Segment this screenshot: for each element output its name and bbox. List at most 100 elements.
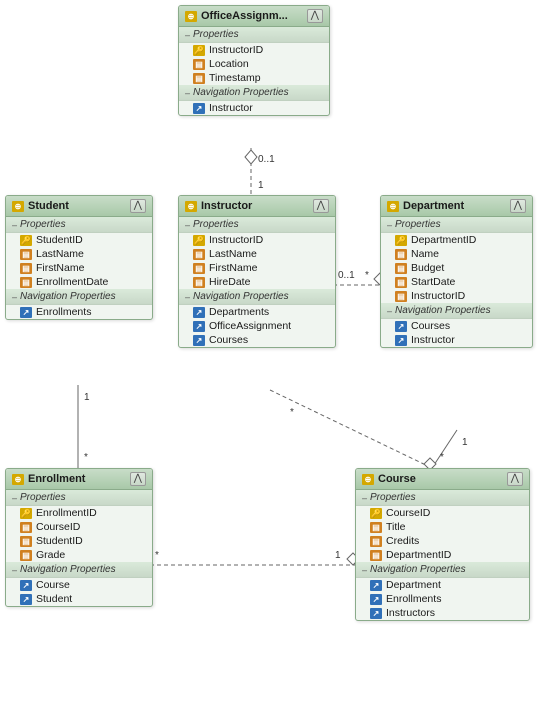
entity-student-props-header: – Properties <box>6 217 152 233</box>
key-icon: 🔑 <box>20 235 32 246</box>
entity-enrollment: ⊕ Enrollment ⋀ – Properties 🔑 Enrollment… <box>5 468 153 607</box>
entity-student-nav-header: – Navigation Properties <box>6 289 152 305</box>
prop-row: ▤ FirstName <box>6 261 152 275</box>
svg-text:0..1: 0..1 <box>338 270 355 281</box>
entity-department: ⊕ Department ⋀ – Properties 🔑 Department… <box>380 195 533 348</box>
field-icon: ▤ <box>193 263 205 274</box>
entity-officeassignment-collapse[interactable]: ⋀ <box>307 9 323 23</box>
key-icon: 🔑 <box>20 508 32 519</box>
prop-row: ▤ Grade <box>6 548 152 562</box>
key-icon: 🔑 <box>370 508 382 519</box>
nav-row: ↗ Departments <box>179 305 335 319</box>
svg-text:*: * <box>290 407 294 418</box>
entity-officeassignment-props-header: – Properties <box>179 27 329 43</box>
entity-course-nav-header: – Navigation Properties <box>356 562 529 578</box>
entity-enrollment-props-header: – Properties <box>6 490 152 506</box>
nav-icon: ↗ <box>20 594 32 605</box>
field-icon: ▤ <box>370 522 382 533</box>
entity-instructor-header: ⊕ Instructor ⋀ <box>179 196 335 217</box>
props-label: Properties <box>193 29 239 40</box>
nav-row: ↗ Courses <box>381 319 532 333</box>
field-icon: ▤ <box>395 249 407 260</box>
nav-icon: ↗ <box>370 608 382 619</box>
nav-icon: ↗ <box>193 103 205 114</box>
entity-enrollment-title: Enrollment <box>28 473 85 485</box>
field-icon: ▤ <box>20 277 32 288</box>
nav-label: Navigation Properties <box>193 87 289 98</box>
entity-department-header: ⊕ Department ⋀ <box>381 196 532 217</box>
field-icon: ▤ <box>193 277 205 288</box>
nav-icon: ↗ <box>20 307 32 318</box>
nav-icon: ↗ <box>20 580 32 591</box>
entity-enrollment-icon: ⊕ <box>12 474 24 485</box>
field-icon: ▤ <box>395 291 407 302</box>
key-icon: 🔑 <box>193 45 205 56</box>
nav-row: ↗ OfficeAssignment <box>179 319 335 333</box>
nav-row: ↗ Student <box>6 592 152 606</box>
entity-enrollment-collapse[interactable]: ⋀ <box>130 472 146 486</box>
entity-department-title: Department <box>403 200 464 212</box>
svg-text:*: * <box>365 270 369 281</box>
prop-row: ▤ StudentID <box>6 534 152 548</box>
prop-row: 🔑 DepartmentID <box>381 233 532 247</box>
field-icon: ▤ <box>20 536 32 547</box>
prop-row: 🔑 InstructorID <box>179 233 335 247</box>
field-icon: ▤ <box>20 249 32 260</box>
prop-row: 🔑 InstructorID <box>179 43 329 57</box>
nav-icon: ↗ <box>370 580 382 591</box>
entity-officeassignment-icon: ⊕ <box>185 11 197 22</box>
nav-icon: ↗ <box>193 307 205 318</box>
svg-text:1: 1 <box>335 550 341 561</box>
prop-row: 🔑 StudentID <box>6 233 152 247</box>
entity-department-collapse[interactable]: ⋀ <box>510 199 526 213</box>
prop-row: ▤ Credits <box>356 534 529 548</box>
entity-officeassignment-title: OfficeAssignm... <box>201 10 288 22</box>
entity-department-icon: ⊕ <box>387 201 399 212</box>
nav-row: ↗ Department <box>356 578 529 592</box>
entity-student-header: ⊕ Student ⋀ <box>6 196 152 217</box>
nav-row: ↗ Instructors <box>356 606 529 620</box>
entity-course-icon: ⊕ <box>362 474 374 485</box>
entity-course-collapse[interactable]: ⋀ <box>507 472 523 486</box>
entity-enrollment-header: ⊕ Enrollment ⋀ <box>6 469 152 490</box>
entity-student: ⊕ Student ⋀ – Properties 🔑 StudentID ▤ L… <box>5 195 153 320</box>
prop-row: ▤ HireDate <box>179 275 335 289</box>
prop-row: ▤ Name <box>381 247 532 261</box>
prop-name: Timestamp <box>209 72 261 84</box>
entity-department-props-header: – Properties <box>381 217 532 233</box>
entity-course-title: Course <box>378 473 416 485</box>
nav-icon: ↗ <box>395 335 407 346</box>
svg-text:0..1: 0..1 <box>258 154 275 165</box>
field-icon: ▤ <box>20 550 32 561</box>
nav-row: ↗ Course <box>6 578 152 592</box>
entity-instructor-collapse[interactable]: ⋀ <box>313 199 329 213</box>
field-icon: ▤ <box>193 249 205 260</box>
nav-icon: ↗ <box>395 321 407 332</box>
prop-row: 🔑 EnrollmentID <box>6 506 152 520</box>
prop-row: ▤ Timestamp <box>179 71 329 85</box>
entity-student-title: Student <box>28 200 69 212</box>
nav-row: ↗ Enrollments <box>6 305 152 319</box>
entity-student-collapse[interactable]: ⋀ <box>130 199 146 213</box>
prop-row: ▤ StartDate <box>381 275 532 289</box>
field-icon: ▤ <box>193 73 205 84</box>
prop-row: 🔑 CourseID <box>356 506 529 520</box>
prop-row: ▤ DepartmentID <box>356 548 529 562</box>
prop-row: ▤ LastName <box>6 247 152 261</box>
nav-row: ↗ Instructor <box>179 101 329 115</box>
nav-row: ↗ Instructor <box>381 333 532 347</box>
prop-row: ▤ LastName <box>179 247 335 261</box>
diagram-canvas: 0..1 1 0..1 * 1 * 1 * * 1 * <box>0 0 537 728</box>
svg-text:1: 1 <box>258 180 264 191</box>
field-icon: ▤ <box>370 536 382 547</box>
prop-row: ▤ Title <box>356 520 529 534</box>
entity-department-nav-header: – Navigation Properties <box>381 303 532 319</box>
entity-student-icon: ⊕ <box>12 201 24 212</box>
entity-instructor-title: Instructor <box>201 200 252 212</box>
field-icon: ▤ <box>395 277 407 288</box>
entity-instructor-props-header: – Properties <box>179 217 335 233</box>
field-icon: ▤ <box>193 59 205 70</box>
svg-text:1: 1 <box>462 437 468 448</box>
entity-officeassignment-nav-header: – Navigation Properties <box>179 85 329 101</box>
prop-row: ▤ CourseID <box>6 520 152 534</box>
